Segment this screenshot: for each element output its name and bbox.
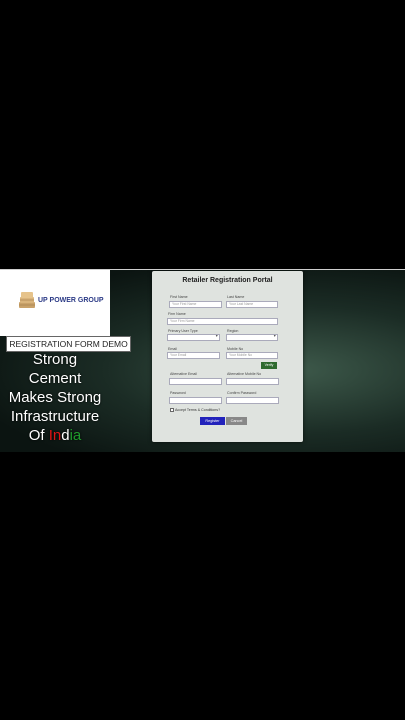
email-label: Email: [168, 347, 177, 351]
cancel-button[interactable]: Cancel: [226, 417, 247, 425]
mobile-input[interactable]: Your Mobile No: [226, 352, 278, 359]
cement-bags-icon: [19, 292, 35, 308]
alt-email-label: Alternative Email: [170, 372, 197, 376]
tagline-d: d: [61, 427, 70, 444]
region-label: Region: [227, 329, 239, 333]
firm-name-label: Firm Name: [168, 312, 186, 316]
password-input[interactable]: [169, 397, 222, 404]
primary-user-label: Primary User Type: [168, 329, 198, 333]
last-name-input[interactable]: Your Last Name: [226, 301, 278, 308]
tagline-in: In: [48, 427, 62, 444]
primary-user-select[interactable]: [167, 334, 220, 341]
firm-name-input[interactable]: Your Firm Name: [167, 318, 278, 325]
password-label: Password: [170, 391, 186, 395]
terms-checkbox[interactable]: [170, 408, 174, 412]
terms-label: Accept Terms & Conditions?: [175, 408, 221, 412]
register-button[interactable]: Register: [200, 417, 225, 425]
email-input[interactable]: Your Email: [167, 352, 220, 359]
tagline-ia: ia: [69, 427, 82, 444]
video-frame: UP POWER GROUP REGISTRATION FORM DEMO St…: [0, 270, 405, 452]
logo-panel: UP POWER GROUP: [0, 270, 110, 336]
tagline-line-3: Makes Strong: [8, 389, 102, 406]
confirm-password-input[interactable]: [226, 397, 279, 404]
first-name-input[interactable]: Your First Name: [169, 301, 222, 308]
verify-button[interactable]: Verify: [261, 362, 277, 369]
tagline: Strong Cement Makes Strong Infrastructur…: [0, 350, 110, 445]
first-name-label: First Name: [170, 295, 188, 299]
confirm-password-label: Confirm Password: [227, 391, 257, 395]
alt-mobile-input[interactable]: [226, 378, 279, 385]
alt-mobile-label: Alternative Mobile No: [227, 372, 262, 376]
mobile-label: Mobile No: [227, 347, 244, 351]
tagline-line-1: Strong: [32, 351, 78, 368]
registration-form: Retailer Registration Portal First Name …: [152, 271, 303, 442]
tagline-line-4: Infrastructure: [10, 408, 100, 425]
form-title: Retailer Registration Portal: [182, 277, 273, 284]
brand-name: UP POWER GROUP: [38, 297, 104, 304]
alt-email-input[interactable]: [169, 378, 222, 385]
tagline-line-5: Of India: [0, 426, 110, 445]
tagline-of: Of: [28, 427, 49, 444]
last-name-label: Last Name: [227, 295, 245, 299]
region-select[interactable]: [226, 334, 278, 341]
tagline-line-2: Cement: [28, 370, 82, 387]
